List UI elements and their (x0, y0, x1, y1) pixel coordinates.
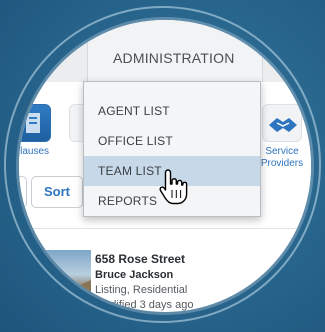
menu-item-agent-list[interactable]: AGENT LIST (84, 96, 260, 126)
listing-address[interactable]: 658 Rose Street (95, 252, 185, 266)
document-icon (26, 113, 40, 133)
service-providers-tile[interactable] (262, 104, 302, 142)
tile-label-clauses: Clauses (19, 146, 50, 157)
tab-administration-label: ADMINISTRATION (113, 50, 235, 66)
filter-button[interactable] (19, 176, 27, 208)
listing-type: Listing, Residential (95, 284, 188, 296)
house-photo-icon (31, 272, 91, 312)
section-divider (19, 228, 311, 229)
magnifier-lens: ADMINISTRATION Clauses L M Service Provi… (19, 20, 311, 312)
sort-button[interactable]: Sort (31, 176, 83, 208)
listing-thumbnail[interactable] (27, 250, 91, 312)
listing-agent: Bruce Jackson (95, 269, 174, 281)
handshake-icon (269, 118, 297, 132)
clauses-tile[interactable] (19, 104, 51, 142)
hand-pointer-icon (159, 169, 188, 205)
magnified-view: ADMINISTRATION Clauses L M Service Provi… (0, 0, 325, 332)
menu-item-office-list[interactable]: OFFICE LIST (84, 126, 260, 156)
listing-modified: Modified 3 days ago (95, 299, 194, 311)
tile-label-service-providers: Service Providers (260, 146, 304, 169)
